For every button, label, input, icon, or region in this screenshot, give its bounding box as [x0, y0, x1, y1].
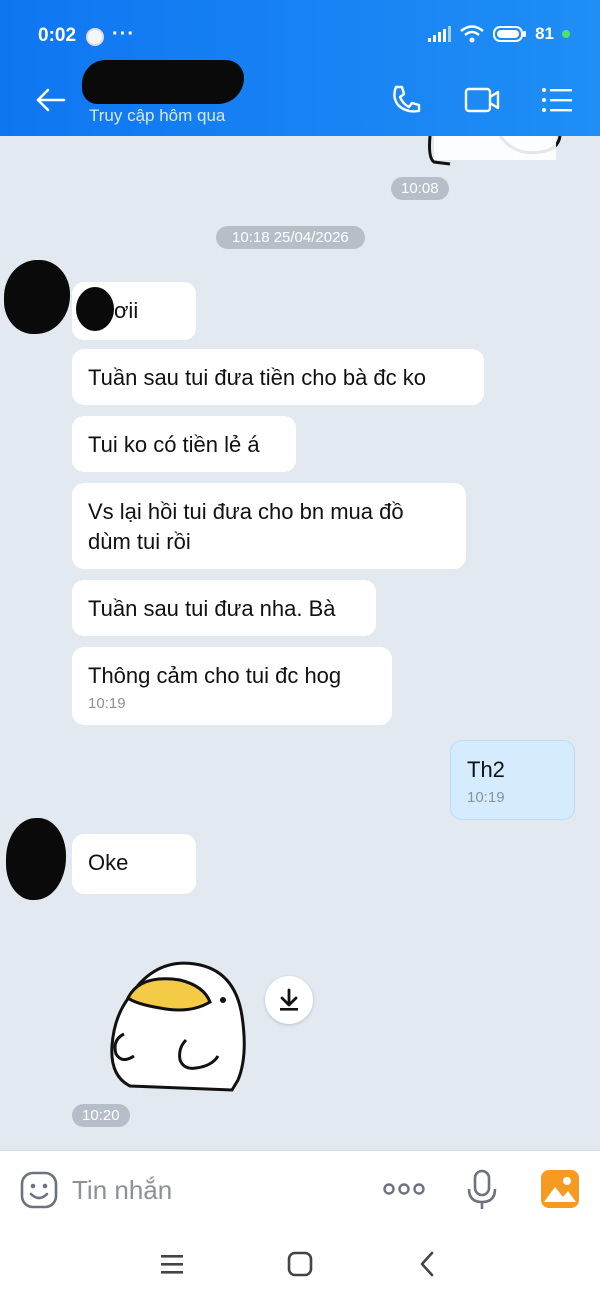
message-text: Th2 — [467, 757, 505, 782]
message-bubble[interactable]: ơii — [72, 282, 196, 340]
battery-level: 81 — [535, 24, 554, 43]
message-text: Vs lại hồi tui đưa cho bn mua đồ dùm tui… — [88, 499, 404, 554]
message-text: Tui ko có tiền lẻ á — [88, 432, 260, 457]
avatar[interactable] — [6, 818, 66, 900]
chat-area[interactable]: 10:08 10:18 25/04/2026 ơii Tuần sau tui … — [0, 136, 600, 1150]
notification-app-icon — [86, 28, 104, 46]
message-bubble[interactable]: Oke — [72, 834, 196, 894]
emoji-icon[interactable] — [20, 1171, 58, 1209]
sent-message-bubble[interactable]: Th2 10:19 — [450, 740, 575, 820]
date-divider: 10:18 25/04/2026 — [216, 226, 365, 249]
message-text: Thông cảm cho tui đc hog — [88, 663, 342, 688]
signal-icon — [428, 26, 452, 42]
system-nav-bar — [0, 1230, 600, 1300]
back-arrow-icon[interactable] — [30, 80, 70, 120]
download-button[interactable] — [265, 976, 313, 1024]
status-time: 0:02 — [38, 25, 77, 46]
microphone-icon[interactable] — [466, 1169, 498, 1211]
menu-list-icon[interactable] — [537, 80, 577, 120]
message-input[interactable]: Tin nhắn — [72, 1175, 172, 1206]
message-bubble[interactable]: Thông cảm cho tui đc hog 10:19 — [72, 647, 392, 725]
sent-sticker-partial[interactable] — [420, 136, 570, 166]
message-bubble[interactable]: Tuần sau tui đưa nha. Bà — [72, 580, 376, 636]
back-icon[interactable] — [414, 1250, 442, 1278]
message-bubble[interactable]: Vs lại hồi tui đưa cho bn mua đồ dùm tui… — [72, 483, 466, 569]
message-composer: Tin nhắn — [0, 1150, 600, 1230]
duck-sticker[interactable] — [100, 956, 250, 1096]
home-icon[interactable] — [286, 1250, 314, 1278]
message-bubble[interactable]: Tuần sau tui đưa tiền cho bà đc ko — [72, 349, 484, 405]
message-bubble[interactable]: Tui ko có tiền lẻ á — [72, 416, 296, 472]
charging-dot — [562, 30, 570, 38]
avatar[interactable] — [4, 260, 70, 334]
message-text: Oke — [88, 850, 129, 875]
message-time: 10:19 — [88, 695, 126, 712]
chat-header: 0:02 ··· 81 Truy cập hôm qua — [0, 0, 600, 136]
battery-icon — [493, 26, 527, 42]
message-time: 10:20 — [72, 1104, 130, 1127]
message-text: Tuần sau tui đưa tiền cho bà đc ko — [88, 365, 427, 390]
message-time: 10:08 — [391, 177, 449, 200]
redacted-name-blob — [76, 287, 114, 331]
status-more-icon: ··· — [112, 23, 135, 45]
message-time: 10:19 — [467, 789, 505, 806]
download-icon — [280, 988, 298, 1011]
video-call-icon[interactable] — [462, 80, 502, 120]
message-text: ơii — [114, 298, 139, 323]
more-dots-icon[interactable] — [382, 1179, 426, 1199]
last-seen-status: Truy cập hôm qua — [89, 106, 226, 125]
gallery-icon[interactable] — [540, 1169, 580, 1209]
contact-name-redacted[interactable] — [82, 60, 244, 104]
recents-icon[interactable] — [158, 1250, 186, 1278]
wifi-icon — [460, 25, 484, 43]
phone-icon[interactable] — [386, 80, 426, 120]
header-nav: Truy cập hôm qua — [0, 60, 600, 136]
status-right: 81 — [427, 24, 570, 44]
message-text: Tuần sau tui đưa nha. Bà — [88, 596, 336, 621]
